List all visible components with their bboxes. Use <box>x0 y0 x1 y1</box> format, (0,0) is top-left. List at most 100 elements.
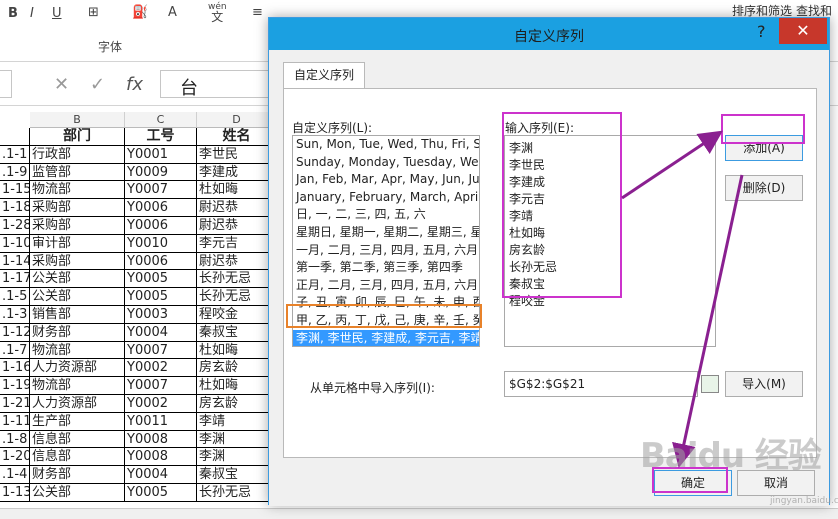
cell-c[interactable]: Y0006 <box>125 252 197 270</box>
cell-d[interactable]: 长孙无忌 <box>197 288 277 305</box>
cell-d[interactable]: 尉迟恭 <box>197 217 277 234</box>
cell-d[interactable]: 姓名 <box>197 128 277 145</box>
cell-c[interactable]: Y0005 <box>125 288 197 305</box>
cell-c[interactable]: Y0007 <box>125 377 197 394</box>
cell-c[interactable]: 工号 <box>125 128 197 145</box>
cell-b[interactable]: 财务部 <box>30 323 125 341</box>
import-range-field[interactable]: $G$2:$G$21 <box>504 371 698 397</box>
cell-d[interactable]: 李建成 <box>197 163 277 181</box>
cell-a[interactable]: 1-14 <box>0 252 30 270</box>
cell-a[interactable]: 1-15 <box>0 181 30 199</box>
cell-b[interactable]: 采购部 <box>30 252 125 270</box>
cell-b[interactable]: 审计部 <box>30 234 125 252</box>
font-color-button[interactable]: A <box>168 5 177 20</box>
cell-c[interactable]: Y0008 <box>125 430 197 448</box>
cell-a[interactable]: 1-13 <box>0 484 30 501</box>
cell-c[interactable]: Y0011 <box>125 412 197 430</box>
cell-a[interactable]: .1-3 <box>0 306 30 323</box>
close-button[interactable]: ✕ <box>779 18 827 44</box>
cell-a[interactable]: .1-7 <box>0 341 30 359</box>
custom-list-item[interactable]: 日, 一, 二, 三, 四, 五, 六 <box>293 206 479 224</box>
cell-d[interactable]: 房玄龄 <box>197 395 277 412</box>
custom-lists-listbox[interactable]: Sun, Mon, Tue, Wed, Thu, Fri, Sat Sunday,… <box>292 135 480 347</box>
cell-a[interactable]: 1-21 <box>0 395 30 412</box>
cell-c[interactable]: Y0006 <box>125 199 197 216</box>
cell-a[interactable]: 1-20 <box>0 448 30 466</box>
enter-icon[interactable]: ✓ <box>90 74 105 95</box>
cell-d[interactable]: 尉迟恭 <box>197 199 277 216</box>
cell-d[interactable]: 李靖 <box>197 412 277 430</box>
cell-d[interactable]: 秦叔宝 <box>197 466 277 483</box>
custom-list-item[interactable]: Sun, Mon, Tue, Wed, Thu, Fri, Sat <box>293 136 479 154</box>
range-picker-icon[interactable] <box>701 375 719 393</box>
cell-a[interactable]: .1-8 <box>0 430 30 448</box>
custom-list-item[interactable]: 正月, 二月, 三月, 四月, 五月, 六月, 七月 <box>293 277 479 295</box>
fill-color-icon[interactable]: ⛽ <box>132 5 148 20</box>
cell-c[interactable]: Y0001 <box>125 145 197 163</box>
cell-a[interactable]: 1-28 <box>0 217 30 234</box>
cell-a[interactable]: 1-19 <box>0 377 30 394</box>
border-icon[interactable]: ⊞ <box>88 5 99 20</box>
dialog-title-bar[interactable]: 自定义序列 ? ✕ <box>269 18 829 50</box>
custom-list-item[interactable]: 李渊, 李世民, 李建成, 李元吉, 李靖 <box>293 329 479 346</box>
custom-list-item[interactable]: 第一季, 第二季, 第三季, 第四季 <box>293 259 479 277</box>
cell-b[interactable]: 采购部 <box>30 199 125 216</box>
cell-d[interactable]: 房玄龄 <box>197 359 277 377</box>
cell-b[interactable]: 部门 <box>30 128 125 145</box>
cell-d[interactable]: 长孙无忌 <box>197 270 277 288</box>
cell-d[interactable]: 李世民 <box>197 145 277 163</box>
cell-c[interactable]: Y0004 <box>125 323 197 341</box>
cell-a[interactable]: 1-12 <box>0 323 30 341</box>
column-header-d[interactable]: D <box>197 112 277 128</box>
underline-button[interactable]: U <box>52 6 62 21</box>
cell-b[interactable]: 物流部 <box>30 377 125 394</box>
cell-d[interactable]: 尉迟恭 <box>197 252 277 270</box>
cell-b[interactable]: 行政部 <box>30 145 125 163</box>
cell-a[interactable]: 1-16 <box>0 359 30 377</box>
cell-d[interactable]: 秦叔宝 <box>197 323 277 341</box>
cell-d[interactable]: 长孙无忌 <box>197 484 277 501</box>
cell-a[interactable]: .1-5 <box>0 288 30 305</box>
cancel-icon[interactable]: ✕ <box>54 74 69 95</box>
cell-b[interactable]: 物流部 <box>30 181 125 199</box>
cell-c[interactable]: Y0005 <box>125 484 197 501</box>
custom-list-item[interactable]: 子, 丑, 寅, 卯, 辰, 巳, 午, 未, 申, 酉 <box>293 294 479 312</box>
cell-b[interactable]: 信息部 <box>30 448 125 466</box>
import-button[interactable]: 导入(M) <box>725 371 803 397</box>
cell-c[interactable]: Y0004 <box>125 466 197 483</box>
cell-c[interactable]: Y0008 <box>125 448 197 466</box>
custom-list-item[interactable]: 甲, 乙, 丙, 丁, 戊, 己, 庚, 辛, 壬, 癸 <box>293 312 479 330</box>
cell-a[interactable]: .1-9 <box>0 163 30 181</box>
cell-c[interactable]: Y0006 <box>125 217 197 234</box>
cell-c[interactable]: Y0009 <box>125 163 197 181</box>
cell-d[interactable]: 李渊 <box>197 448 277 466</box>
phonetic-button[interactable]: wén 文 <box>208 2 227 24</box>
cell-b[interactable]: 信息部 <box>30 430 125 448</box>
cell-b[interactable]: 人力资源部 <box>30 359 125 377</box>
cell-d[interactable]: 李元吉 <box>197 234 277 252</box>
cell-b[interactable]: 生产部 <box>30 412 125 430</box>
cell-d[interactable]: 杜如晦 <box>197 181 277 199</box>
cell-c[interactable]: Y0007 <box>125 341 197 359</box>
add-button[interactable]: 添加(A) <box>725 135 803 161</box>
help-icon[interactable]: ? <box>757 22 766 41</box>
cell-c[interactable]: Y0007 <box>125 181 197 199</box>
cell-c[interactable]: Y0002 <box>125 395 197 412</box>
cell-a[interactable]: 1-10 <box>0 234 30 252</box>
delete-button[interactable]: 删除(D) <box>725 175 803 201</box>
column-header-b[interactable]: B <box>30 112 125 128</box>
list-entries-textarea[interactable]: 李渊 李世民 李建成 李元吉 李靖 杜如晦 房玄龄 长孙无忌 秦叔宝 程咬金 <box>504 135 716 347</box>
custom-list-item[interactable]: Jan, Feb, Mar, Apr, May, Jun, Jul <box>293 171 479 189</box>
cell-c[interactable]: Y0003 <box>125 306 197 323</box>
custom-list-item[interactable]: 星期日, 星期一, 星期二, 星期三, 星期四 <box>293 224 479 242</box>
function-icon[interactable]: fx <box>126 74 143 95</box>
cell-d[interactable]: 程咬金 <box>197 306 277 323</box>
cell-d[interactable]: 杜如晦 <box>197 341 277 359</box>
cell-b[interactable]: 采购部 <box>30 217 125 234</box>
cell-a[interactable]: 1-11 <box>0 412 30 430</box>
custom-list-item[interactable]: Sunday, Monday, Tuesday, Wednesday <box>293 154 479 172</box>
cell-c[interactable]: Y0002 <box>125 359 197 377</box>
cell-a[interactable]: .1-1 <box>0 145 30 163</box>
cell-a[interactable] <box>0 128 30 145</box>
cell-a[interactable]: 1-17 <box>0 270 30 288</box>
